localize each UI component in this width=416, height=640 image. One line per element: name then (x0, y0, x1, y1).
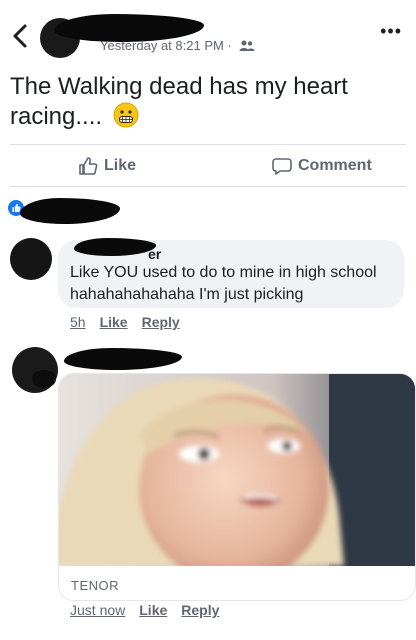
commenter-name-visible: er (148, 246, 162, 262)
divider-top (10, 144, 406, 145)
reply-like-link[interactable]: Like (139, 602, 167, 618)
back-chevron-icon[interactable] (10, 22, 32, 50)
comment-button[interactable]: Comment (272, 156, 372, 176)
gif-source-label: TENOR (71, 578, 119, 593)
reply-time[interactable]: Just now (70, 602, 125, 618)
grimacing-face-icon (113, 102, 139, 128)
redacted-reply-name (64, 348, 182, 370)
divider-bottom (10, 186, 406, 187)
gif-attachment[interactable]: TENOR (58, 373, 416, 601)
post-meta: Yesterday at 8:21 PM · (100, 38, 255, 53)
comment-like-link[interactable]: Like (100, 314, 128, 330)
friends-icon (239, 40, 255, 51)
like-button-label: Like (104, 157, 137, 174)
more-icon[interactable]: ••• (380, 22, 402, 40)
thumbs-up-icon (79, 157, 98, 175)
post-text-body: The Walking dead has my heart racing.... (10, 73, 348, 130)
comment-text: Like YOU used to do to mine in high scho… (70, 264, 377, 303)
reaction-gif-image[interactable] (59, 374, 415, 566)
reply-reply-link[interactable]: Reply (181, 602, 219, 618)
redacted-reactors (20, 198, 120, 224)
like-button[interactable]: Like (78, 156, 136, 176)
comment-actions: 5h Like Reply (70, 314, 180, 330)
post-text: The Walking dead has my heart racing.... (10, 72, 400, 132)
comment-reply-link[interactable]: Reply (142, 314, 180, 330)
reply-avatar[interactable] (10, 345, 60, 395)
comment-button-label: Comment (298, 157, 372, 174)
post-timestamp: Yesterday at 8:21 PM · (100, 38, 236, 53)
comment-time[interactable]: 5h (70, 314, 86, 330)
comment-bubble-icon (272, 158, 292, 175)
commenter-avatar[interactable] (10, 238, 52, 280)
reply-actions: Just now Like Reply (70, 602, 219, 618)
